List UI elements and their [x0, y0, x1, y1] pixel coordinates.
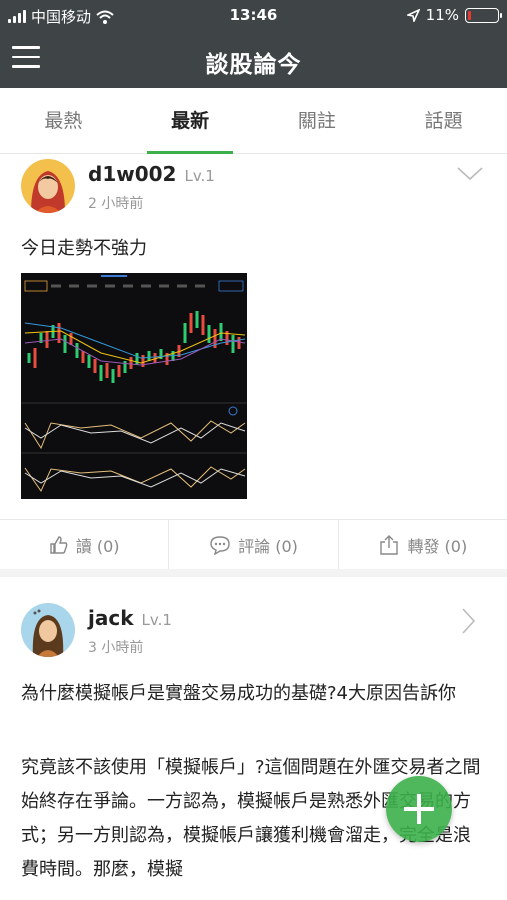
comment-button[interactable]: 評論 (0)	[169, 520, 339, 569]
app-bar: 談股論今	[0, 32, 507, 88]
chevron-down-icon[interactable]	[457, 167, 483, 181]
user-avatar[interactable]	[21, 603, 75, 657]
thumbs-up-icon	[50, 535, 68, 554]
tab-latest[interactable]: 最新	[127, 88, 254, 154]
user-level: Lv.1	[184, 167, 215, 185]
post-image[interactable]	[21, 273, 247, 499]
tab-following[interactable]: 關註	[254, 88, 381, 153]
user-avatar[interactable]	[21, 159, 75, 213]
status-bar: 中国移动 13:46 11%	[0, 0, 507, 32]
read-button[interactable]: 讀 (0)	[0, 520, 170, 569]
share-icon	[380, 534, 399, 555]
post-title: 為什麼模擬帳戶是實盤交易成功的基礎?4大原因告訴你	[21, 683, 457, 704]
read-count: 讀 (0)	[75, 536, 120, 556]
chevron-right-icon[interactable]	[462, 608, 476, 634]
comment-icon	[210, 535, 230, 555]
username-text: jack	[88, 606, 134, 630]
username[interactable]: d1w002 Lv.1	[88, 162, 215, 186]
post-text: 今日走勢不強力	[21, 238, 147, 259]
post-time: 2 小時前	[88, 196, 144, 212]
tab-topics[interactable]: 話題	[380, 88, 507, 153]
battery-icon	[465, 7, 502, 23]
page-title: 談股論今	[205, 52, 302, 78]
battery-level	[468, 10, 471, 20]
tab-hot[interactable]: 最熱	[0, 88, 127, 153]
stock-chart-thumbnail	[21, 273, 247, 499]
post-actions: 讀 (0) 評論 (0) 轉發 (0)	[0, 519, 507, 577]
add-post-button[interactable]	[386, 776, 452, 842]
battery-percent: 11%	[425, 6, 459, 24]
location-icon	[406, 8, 420, 22]
post-card[interactable]: d1w002 Lv.1 2 小時前 今日走勢不強力 讀 (0) 評論 (0) 轉…	[0, 155, 507, 585]
share-button[interactable]: 轉發 (0)	[339, 520, 507, 569]
share-count: 轉發 (0)	[407, 536, 468, 556]
comment-count: 評論 (0)	[238, 536, 298, 556]
username[interactable]: jack Lv.1	[88, 606, 172, 630]
tab-bar: 最熱 最新 關註 話題	[0, 88, 507, 154]
user-level: Lv.1	[141, 611, 172, 629]
username-text: d1w002	[88, 162, 177, 186]
avatar-woman-icon	[21, 159, 75, 213]
post-card[interactable]: jack Lv.1 3 小時前 為什麼模擬帳戶是實盤交易成功的基礎?4大原因告訴你…	[0, 585, 507, 900]
post-time: 3 小時前	[88, 640, 144, 656]
avatar-woman-icon	[21, 603, 75, 657]
